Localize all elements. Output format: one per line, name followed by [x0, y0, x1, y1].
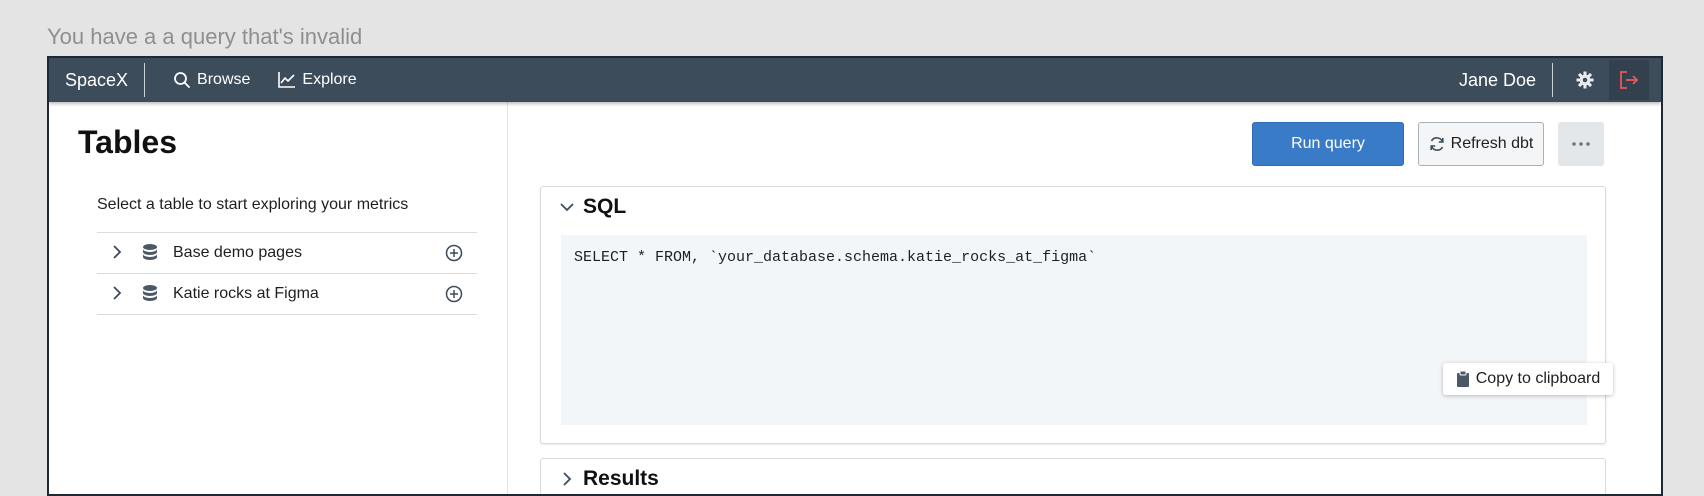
chevron-right-icon[interactable]	[109, 285, 125, 301]
sql-code-text: SELECT * FROM, `your_database.schema.kat…	[574, 249, 1097, 266]
chevron-down-icon	[560, 203, 574, 212]
logout-icon	[1620, 71, 1639, 89]
nav-divider	[144, 63, 146, 97]
search-icon	[174, 72, 190, 88]
query-main: Run query Refresh dbt SQL SELECT * FROM,…	[508, 102, 1661, 494]
sql-code-block[interactable]: SELECT * FROM, `your_database.schema.kat…	[561, 235, 1613, 425]
copy-to-clipboard-label: Copy to clipboard	[1475, 370, 1601, 387]
table-label: Base demo pages	[173, 244, 302, 261]
results-panel-title: Results	[583, 467, 659, 490]
chart-line-icon	[278, 72, 296, 88]
table-label: Katie rocks at Figma	[173, 285, 319, 302]
sql-panel-title: SQL	[583, 195, 627, 218]
chevron-right-icon	[563, 472, 572, 486]
nav-browse-link[interactable]: Browse	[173, 71, 250, 89]
app-window: SpaceX Browse Explore Jane Doe Tables Se…	[47, 56, 1663, 496]
logout-button[interactable]	[1609, 60, 1649, 100]
gear-icon	[1576, 71, 1594, 89]
settings-button[interactable]	[1565, 60, 1605, 100]
user-name[interactable]: Jane Doe	[1459, 70, 1536, 91]
sidebar-hint: Select a table to start exploring your m…	[97, 196, 409, 213]
table-row[interactable]: Katie rocks at Figma	[97, 274, 477, 315]
database-icon	[143, 285, 157, 301]
chevron-right-icon[interactable]	[109, 244, 125, 260]
sidebar-title: Tables	[78, 124, 177, 160]
nav-explore-link[interactable]: Explore	[278, 71, 357, 89]
database-icon	[143, 244, 157, 260]
table-row[interactable]: Base demo pages	[97, 233, 477, 274]
sql-panel-header[interactable]: SQL	[559, 195, 626, 219]
results-panel-header[interactable]: Results	[559, 467, 659, 491]
table-list: Base demo pages Katie rocks at Figma	[97, 232, 477, 315]
page-caption: You have a a query that's invalid	[47, 24, 363, 49]
add-circle-icon[interactable]	[445, 244, 463, 262]
refresh-dbt-label: Refresh dbt	[1450, 135, 1534, 152]
nav-explore-label: Explore	[302, 71, 357, 88]
ellipsis-icon	[1572, 142, 1590, 146]
refresh-dbt-button[interactable]: Refresh dbt	[1418, 122, 1544, 166]
top-navbar: SpaceX Browse Explore Jane Doe	[49, 58, 1661, 102]
tables-sidebar: Tables Select a table to start exploring…	[49, 102, 508, 494]
nav-browse-label: Browse	[197, 71, 251, 88]
add-circle-icon[interactable]	[445, 285, 463, 303]
more-options-button[interactable]	[1558, 122, 1604, 166]
clipboard-icon	[1456, 370, 1469, 387]
brand-name[interactable]: SpaceX	[49, 70, 144, 91]
sql-panel: SQL SELECT * FROM, `your_database.schema…	[540, 186, 1613, 444]
refresh-icon	[1430, 137, 1444, 151]
results-panel: Results	[540, 458, 1606, 494]
nav-divider-right	[1552, 63, 1553, 97]
copy-to-clipboard-button[interactable]: Copy to clipboard	[1443, 363, 1613, 395]
run-query-button[interactable]: Run query	[1252, 122, 1404, 166]
